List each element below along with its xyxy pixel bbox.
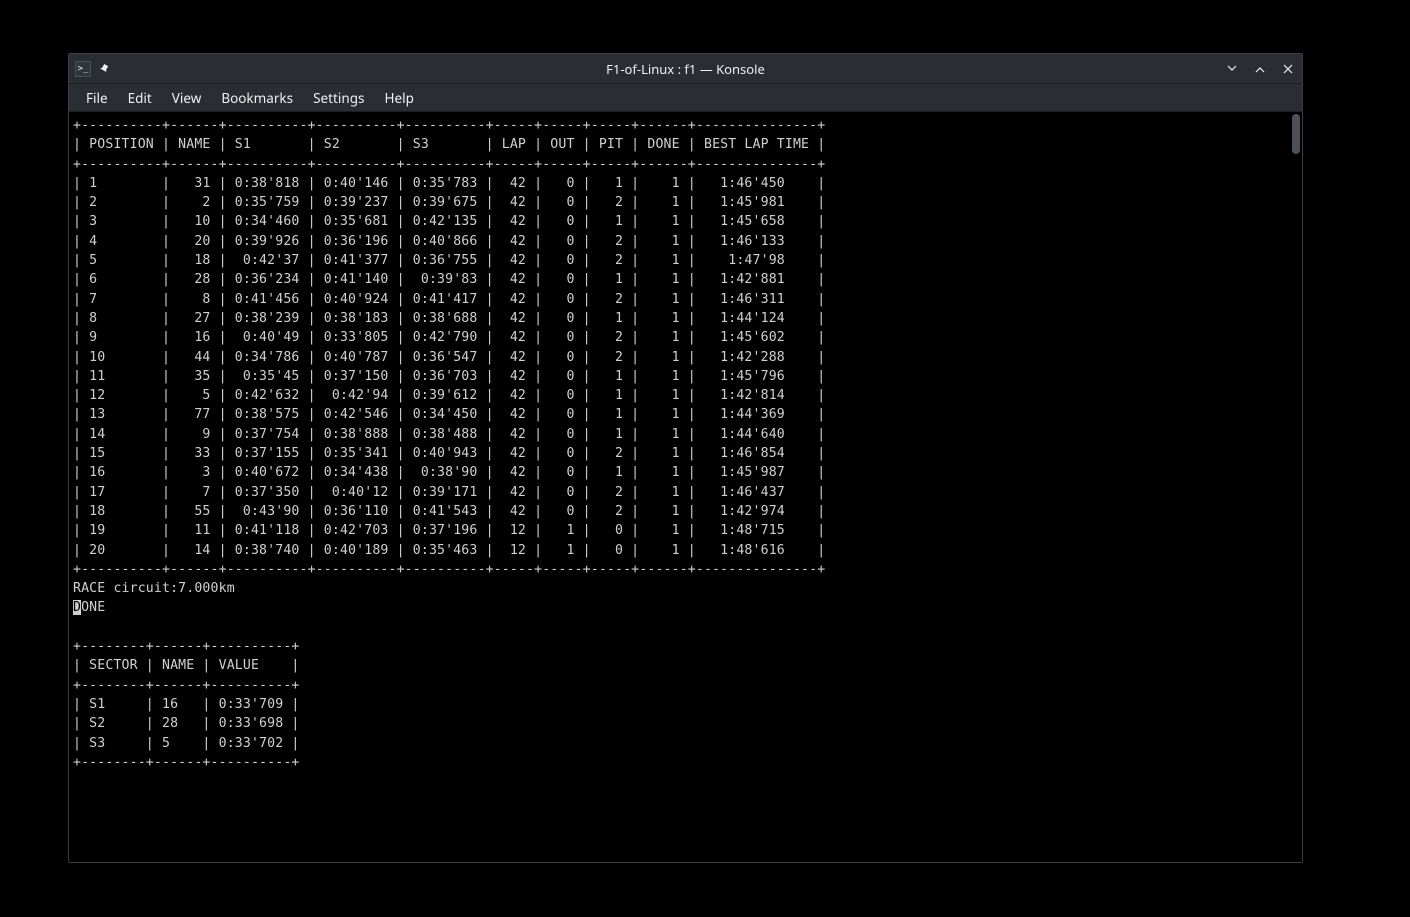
maximize-button[interactable] — [1252, 61, 1268, 77]
scrollbar[interactable] — [1292, 114, 1300, 154]
window-title: F1-of-Linux : f1 — Konsole — [606, 60, 765, 78]
menu-help[interactable]: Help — [375, 85, 422, 111]
pin-icon[interactable] — [97, 62, 111, 76]
minimize-button[interactable] — [1224, 61, 1240, 77]
titlebar[interactable]: >_ F1-of-Linux : f1 — Konsole — [69, 54, 1302, 84]
menu-settings[interactable]: Settings — [304, 85, 373, 111]
app-menu-icon[interactable]: >_ — [75, 61, 91, 77]
menubar: File Edit View Bookmarks Settings Help — [69, 84, 1302, 112]
terminal-content: +----------+------+----------+----------… — [73, 116, 1298, 772]
close-button[interactable] — [1280, 61, 1296, 77]
terminal-area[interactable]: +----------+------+----------+----------… — [69, 112, 1302, 862]
titlebar-right — [1224, 61, 1302, 77]
menu-file[interactable]: File — [77, 85, 117, 111]
menu-edit[interactable]: Edit — [119, 85, 161, 111]
konsole-window: >_ F1-of-Linux : f1 — Konsole File Edit … — [68, 53, 1303, 863]
titlebar-left: >_ — [69, 61, 111, 77]
menu-view[interactable]: View — [163, 85, 211, 111]
menu-bookmarks[interactable]: Bookmarks — [212, 85, 302, 111]
